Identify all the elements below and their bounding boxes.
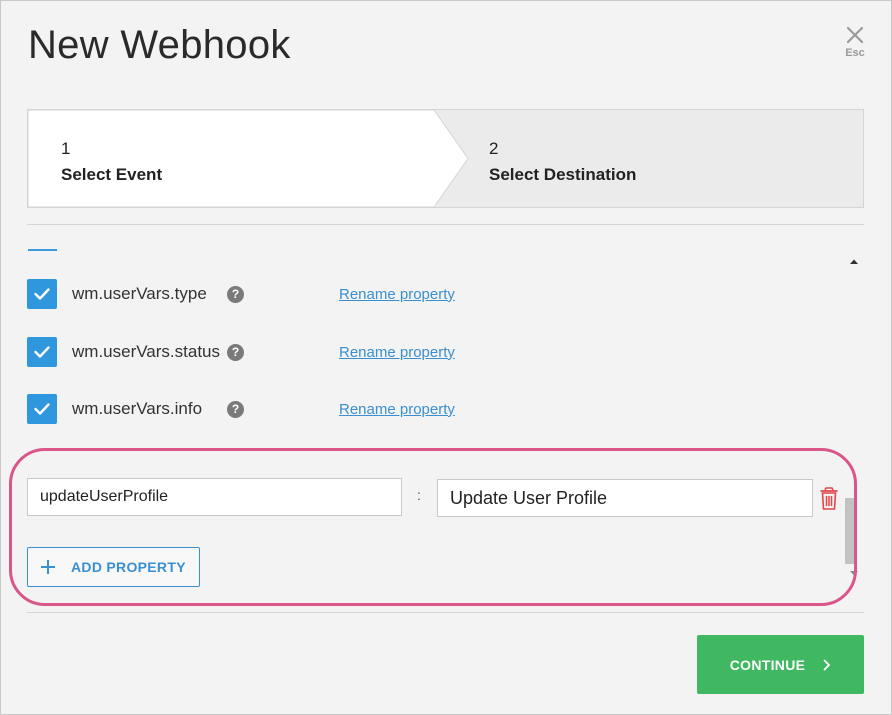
wizard-stepper: 1 Select Event 2 Select Destination [27,109,864,208]
rename-property-link[interactable]: Rename property [339,344,455,361]
property-display-name-input[interactable] [437,479,813,517]
step-2-label: Select Destination [489,165,637,184]
step-2[interactable]: 2 Select Destination [489,136,636,188]
property-name: wm.userVars.type [72,284,207,303]
step-1-number: 1 [61,139,71,158]
continue-button[interactable]: CONTINUE [697,635,864,694]
webhook-dialog: New Webhook Esc 1 Select Event 2 Select … [0,0,892,715]
rename-property-link[interactable]: Rename property [339,286,455,303]
help-icon[interactable]: ? [227,285,244,303]
check-icon [34,346,50,358]
check-icon [34,403,50,415]
property-row: wm.userVars.info ? Rename property [27,393,507,425]
divider-top [27,224,864,225]
check-icon [34,288,50,300]
property-row: wm.userVars.type ? Rename property [27,278,507,310]
plus-icon [40,559,56,575]
step-1-label: Select Event [61,165,163,184]
add-property-button[interactable]: ADD PROPERTY [27,547,200,587]
property-name: wm.userVars.status [72,342,221,361]
property-key-input[interactable] [27,478,402,516]
step-1[interactable]: 1 Select Event [61,136,162,188]
step-2-number: 2 [489,139,499,158]
close-icon [847,27,863,43]
close-shortcut-label: Esc [845,47,865,59]
help-icon[interactable]: ? [227,400,244,418]
property-checkbox[interactable] [27,394,57,424]
scroll-up-arrow-icon[interactable] [847,256,861,268]
add-property-label: ADD PROPERTY [71,559,186,575]
continue-label: CONTINUE [729,656,806,673]
property-checkbox[interactable] [27,337,57,367]
scrollbar-thumb[interactable] [845,498,855,564]
help-icon[interactable]: ? [227,343,244,361]
dialog-title: New Webhook [28,23,291,67]
close-button[interactable]: Esc [837,23,873,67]
rename-property-link[interactable]: Rename property [339,401,455,418]
chevron-right-icon [823,659,831,671]
property-checkbox[interactable] [27,279,57,309]
property-name: wm.userVars.info [72,399,203,418]
mapping-separator: : [417,487,421,503]
property-row: wm.userVars.status ? Rename property [27,336,507,368]
divider-bottom [27,612,864,613]
scroll-down-arrow-icon[interactable] [847,569,861,579]
trash-icon[interactable] [819,487,839,511]
accent-dash [28,249,57,251]
